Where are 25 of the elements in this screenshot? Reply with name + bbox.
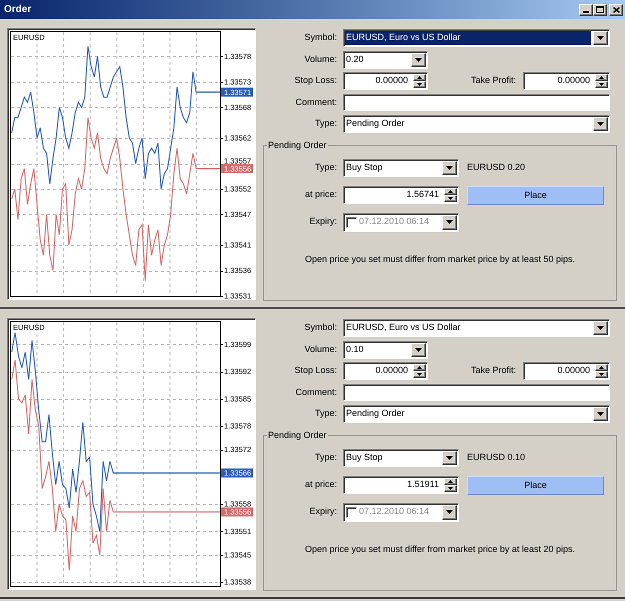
field-label: Type: bbox=[314, 161, 337, 174]
field-label: Comment: bbox=[295, 386, 337, 399]
order-summary: EURUSD 0.10 bbox=[467, 451, 526, 464]
field-label: Type: bbox=[314, 407, 337, 420]
field-label: Take Profit: bbox=[470, 364, 516, 378]
window-title: Order bbox=[4, 3, 32, 17]
field-label: Expiry: bbox=[309, 505, 337, 518]
field-label: Expiry: bbox=[309, 215, 337, 228]
field-label: Stop Loss: bbox=[294, 74, 337, 88]
field-label: Symbol: bbox=[304, 31, 337, 44]
field-label: Type: bbox=[314, 451, 337, 464]
group-title: Pending Order bbox=[267, 140, 328, 151]
field-label: Type: bbox=[314, 117, 337, 130]
field-label: Comment: bbox=[295, 96, 337, 109]
field-label: Volume: bbox=[304, 342, 337, 356]
order-summary: EURUSD 0.20 bbox=[467, 161, 526, 174]
hint-text: Open price you set must differ from market price by at least 50 pips. bbox=[305, 253, 575, 266]
field-label: at price: bbox=[304, 188, 337, 202]
hint-text: Open price you set must differ from market price by at least 20 pips. bbox=[305, 543, 575, 556]
field-label: Stop Loss: bbox=[294, 364, 337, 378]
field-label: Take Profit: bbox=[470, 74, 516, 88]
field-label: Volume: bbox=[304, 52, 337, 66]
field-label: at price: bbox=[304, 478, 337, 492]
group-title: Pending Order bbox=[267, 430, 328, 441]
field-label: Symbol: bbox=[304, 321, 337, 334]
